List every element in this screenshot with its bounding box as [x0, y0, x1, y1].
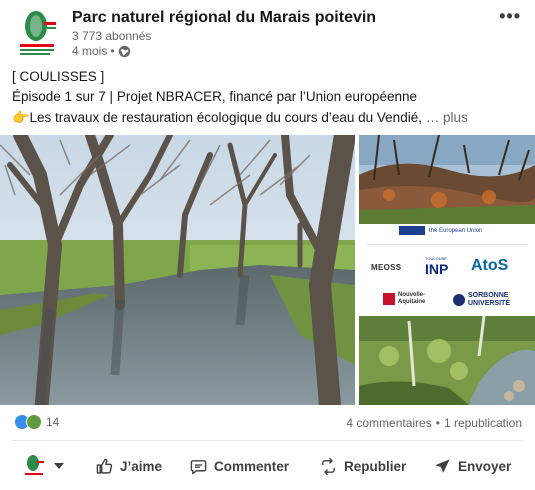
see-more-link[interactable]: … plus	[426, 110, 468, 125]
sorbonne-text: SORBONNE UNIVERSITÉ	[468, 292, 510, 308]
post-text-line: Épisode 1 sur 7 | Projet NBRACER, financ…	[12, 89, 417, 104]
repost-button[interactable]: Republier	[320, 454, 406, 478]
post-media[interactable]: the European Union MEOSS TOULOUSE INP At…	[0, 135, 535, 405]
inp-text: INP	[425, 261, 449, 277]
meoss-text: MEOSS	[371, 263, 402, 272]
actions-divider	[12, 440, 523, 441]
sorbonne-mark-icon	[453, 294, 465, 306]
nouvelle-aquitaine-logo: Nouvelle- Aquitaine	[383, 292, 425, 306]
post-text-line: [ COULISSES ]	[12, 69, 105, 84]
author-name[interactable]: Parc naturel régional du Marais poitevin	[72, 9, 376, 27]
counts-separator: •	[435, 416, 440, 430]
pointing-hand-icon: 👉	[12, 109, 30, 125]
reactions-summary[interactable]: 14	[14, 414, 59, 430]
eu-caption: the European Union	[429, 227, 483, 234]
organization-logo[interactable]	[14, 8, 60, 60]
repost-icon	[322, 457, 335, 475]
eu-flag-icon	[399, 226, 425, 235]
region-mark-icon	[383, 293, 395, 305]
engagement-counts: 4 commentaires • 1 republication	[346, 416, 522, 430]
post-text-line3: Les travaux de restauration écologique d…	[29, 110, 422, 125]
post-text: [ COULISSES ] Épisode 1 sur 7 | Projet N…	[12, 67, 523, 128]
logo-divider	[367, 244, 527, 245]
comments-count-link[interactable]: 4 commentaires	[346, 416, 431, 430]
post-meta: 4 mois •	[72, 44, 131, 58]
partner-logos-panel[interactable]: the European Union MEOSS TOULOUSE INP At…	[359, 226, 535, 314]
nouvelle-aquitaine-line2: Aquitaine	[398, 299, 426, 305]
photo-riverbank[interactable]	[359, 135, 535, 224]
reaction-identity-selector[interactable]	[22, 454, 64, 478]
send-button[interactable]: Envoyer	[434, 454, 511, 478]
comment-label: Commenter	[214, 458, 290, 474]
inp-logo: TOULOUSE INP	[425, 256, 448, 277]
nouvelle-aquitaine-line1: Nouvelle-	[398, 292, 426, 298]
photo-stream-trees[interactable]	[0, 135, 355, 405]
post-text-line: 👉Les travaux de restauration écologique …	[12, 107, 523, 128]
reaction-count: 14	[46, 415, 60, 429]
like-label: J’aime	[120, 458, 163, 474]
eu-funding-logo: the European Union	[399, 226, 482, 235]
like-button[interactable]: J’aime	[96, 454, 162, 478]
comment-button[interactable]: Commenter	[190, 454, 289, 478]
reposts-count-link[interactable]: 1 republication	[444, 416, 522, 430]
sorbonne-line1: SORBONNE	[468, 292, 509, 299]
globe-icon	[118, 45, 130, 57]
more-options-button[interactable]: •••	[499, 6, 521, 27]
send-label: Envoyer	[458, 458, 512, 474]
atos-text: AtoS	[471, 257, 509, 274]
atos-logo: AtoS	[471, 257, 508, 275]
action-bar: J’aime Commenter Republier Envoyer	[0, 448, 535, 484]
photo-stream-bank[interactable]	[359, 316, 535, 405]
support-reaction-icon	[26, 414, 42, 430]
meoss-logo: MEOSS	[371, 263, 401, 272]
thumbs-up-icon	[96, 458, 113, 474]
nouvelle-aquitaine-text: Nouvelle- Aquitaine	[398, 292, 425, 306]
chevron-down-icon	[54, 463, 64, 469]
organization-avatar-icon	[25, 455, 44, 475]
sorbonne-logo: SORBONNE UNIVERSITÉ	[453, 292, 510, 308]
meta-separator: •	[110, 44, 115, 58]
sorbonne-line2: UNIVERSITÉ	[468, 300, 511, 307]
send-icon	[435, 458, 450, 473]
repost-label: Republier	[344, 458, 407, 474]
follower-count: 3 773 abonnés	[72, 29, 152, 43]
comment-icon	[190, 459, 207, 474]
post-age: 4 mois	[72, 44, 108, 58]
